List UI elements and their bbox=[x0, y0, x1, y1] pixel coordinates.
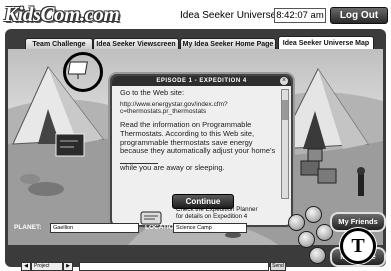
tool-button-3[interactable] bbox=[298, 231, 315, 248]
dialog-body: Go to the Web site: http://www.energysta… bbox=[120, 89, 280, 194]
dialog-paragraph: Read the information on Programmable The… bbox=[120, 120, 276, 156]
planet-label: PLANET: bbox=[14, 224, 42, 231]
kidscom-logo[interactable]: KidsCom.com bbox=[4, 2, 144, 26]
logout-button[interactable]: Log Out bbox=[330, 7, 388, 24]
close-icon[interactable]: × bbox=[280, 77, 288, 85]
dialog-paragraph-end: while you are away or sleeping. bbox=[120, 163, 225, 173]
location-value: Science Camp bbox=[173, 223, 247, 233]
tool-button-2[interactable] bbox=[305, 206, 322, 223]
chat-row: ◀ Project ▶ Send bbox=[7, 262, 286, 271]
expedition-dialog: EPISODE 1 - EXPEDITION 4 × Go to the Web… bbox=[110, 74, 293, 227]
dialog-line1: Go to the Web site: bbox=[120, 89, 185, 97]
planet-value: Gaellion bbox=[50, 223, 139, 233]
solar-panel-icon[interactable] bbox=[68, 58, 92, 80]
tool-button-5[interactable] bbox=[309, 247, 326, 264]
energystar-link[interactable]: http://www.energystar.gov/index.cfm?c=th… bbox=[120, 101, 280, 116]
planner-hint: Check the Expedition Planner for details… bbox=[176, 206, 258, 220]
universe-time-value: 8:42:07 am bbox=[274, 8, 326, 23]
tool-button-1[interactable] bbox=[288, 214, 305, 231]
dialog-scrollbar[interactable] bbox=[281, 89, 289, 199]
scroll-thumb[interactable] bbox=[282, 100, 288, 120]
dialog-title: EPISODE 1 - EXPEDITION 4 bbox=[112, 76, 291, 86]
watermark-badge: T bbox=[340, 228, 376, 264]
